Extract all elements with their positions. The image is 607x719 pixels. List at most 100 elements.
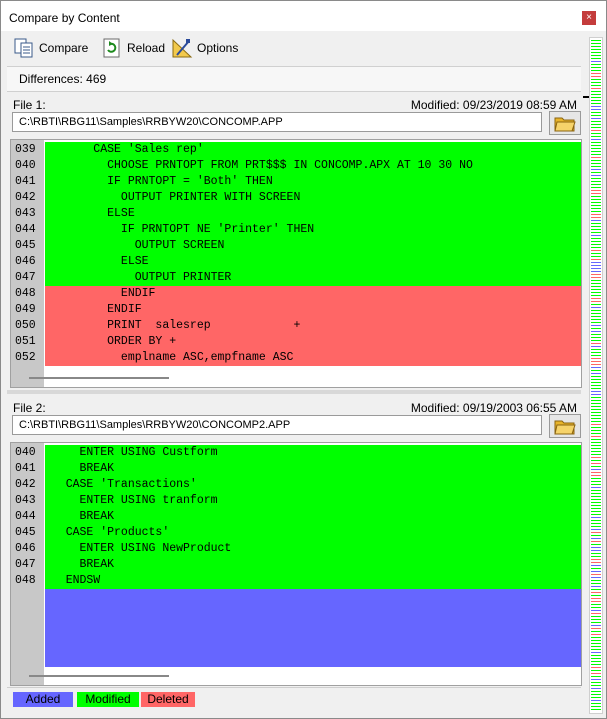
line-number: 041 [15,462,36,475]
overview-diff-mark [591,481,601,482]
file2-added-block [45,589,581,667]
legend-modified: Modified [77,692,139,707]
line-text: ENDIF [45,286,581,302]
overview-diff-mark [591,604,601,605]
overview-diff-mark [591,595,601,596]
overview-diff-mark [591,217,601,218]
line-text: ENTER USING Custform [45,445,581,461]
compare-button[interactable]: Compare [13,36,88,60]
line-number: 048 [15,287,36,300]
line-number: 050 [15,319,36,332]
overview-diff-mark [591,613,601,614]
pane-splitter[interactable] [7,390,581,394]
overview-diff-mark [591,130,601,131]
overview-diff-mark [591,358,601,359]
overview-diff-mark [591,535,601,536]
overview-diff-mark [591,205,601,206]
differences-bar: Differences: 469 [7,66,581,92]
overview-diff-mark [591,346,601,347]
file2-browse-button[interactable] [549,414,581,438]
line-text: CASE 'Transactions' [45,477,581,493]
overview-diff-mark [591,124,601,125]
overview-diff-mark [591,304,601,305]
line-text: CHOOSE PRNTOPT FROM PRT$$$ IN CONCOMP.AP… [45,158,581,174]
code-line: 042 OUTPUT PRINTER WITH SCREEN [11,190,581,206]
overview-diff-mark [591,550,601,551]
overview-diff-mark [591,40,601,41]
overview-diff-mark [591,454,601,455]
overview-diff-mark [591,655,601,656]
overview-diff-mark [591,97,601,98]
overview-diff-mark [591,349,601,350]
overview-diff-mark [591,547,601,548]
overview-diff-mark [591,70,601,71]
overview-diff-mark [591,100,601,101]
code-line: 040 CHOOSE PRNTOPT FROM PRT$$$ IN CONCOM… [11,158,581,174]
file1-horizontal-scrollbar[interactable] [29,377,169,379]
code-line: 044 BREAK [11,509,581,525]
overview-diff-mark [591,652,601,653]
overview-diff-mark [591,235,601,236]
code-line: 042 CASE 'Transactions' [11,477,581,493]
overview-diff-mark [591,685,601,686]
overview-diff-mark [591,442,601,443]
overview-diff-mark [591,292,601,293]
file2-code-pane[interactable]: 040 ENTER USING Custform 041 BREAK 042 CAS… [10,442,582,686]
file1-browse-button[interactable] [549,111,581,135]
overview-diff-mark [591,436,601,437]
overview-diff-mark [591,445,601,446]
overview-diff-mark [591,91,601,92]
overview-diff-mark [591,199,601,200]
overview-diff-mark [591,73,601,74]
overview-diff-mark [591,76,601,77]
overview-diff-mark [591,319,601,320]
line-text: emplname ASC,empfname ASC [45,350,581,366]
file1-code-pane[interactable]: 039 CASE 'Sales rep' 040 CHOOSE PRNTOPT F… [10,139,582,388]
overview-diff-mark [591,322,601,323]
overview-diff-mark [591,658,601,659]
reload-icon [101,37,123,59]
overview-diff-mark [591,571,601,572]
file2-horizontal-scrollbar[interactable] [29,675,169,677]
close-button[interactable]: × [582,11,596,25]
overview-diff-mark [591,508,601,509]
overview-diff-mark [591,682,601,683]
overview-diff-mark [591,211,601,212]
reload-button[interactable]: Reload [101,36,165,60]
overview-diff-mark [591,160,601,161]
overview-diff-mark [591,142,601,143]
overview-diff-mark [591,511,601,512]
reload-label: Reload [127,41,166,55]
overview-diff-mark [591,622,601,623]
overview-diff-mark [591,403,601,404]
overview-diff-mark [591,214,601,215]
difference-overview-strip[interactable] [589,37,603,714]
overview-diff-mark [591,490,601,491]
file1-path-field[interactable]: C:\RBTI\RBG11\Samples\RRBYW20\CONCOMP.AP… [12,112,542,132]
options-button[interactable]: Options [171,36,238,60]
overview-diff-mark [591,265,601,266]
overview-diff-mark [591,52,601,53]
overview-diff-mark [591,313,601,314]
line-number: 043 [15,494,36,507]
overview-diff-mark [591,268,601,269]
toolbar: Compare Reload Options [1,32,579,65]
overview-diff-mark [591,667,601,668]
overview-diff-mark [591,370,601,371]
overview-diff-mark [591,520,601,521]
overview-diff-mark [591,286,601,287]
compare-document-icon [13,37,35,59]
compare-window: Compare by Content × Compare Reload Opti… [0,0,607,719]
overview-diff-mark [591,175,601,176]
overview-diff-mark [591,709,601,710]
overview-diff-mark [591,283,601,284]
overview-diff-mark [591,640,601,641]
overview-diff-mark [591,181,601,182]
overview-diff-mark [591,514,601,515]
code-line: 043 ENTER USING tranform [11,493,581,509]
overview-diff-mark [591,529,601,530]
overview-diff-mark [591,118,601,119]
file2-path-field[interactable]: C:\RBTI\RBG11\Samples\RRBYW20\CONCOMP2.A… [12,415,542,435]
overview-diff-mark [591,88,601,89]
overview-diff-mark [591,499,601,500]
